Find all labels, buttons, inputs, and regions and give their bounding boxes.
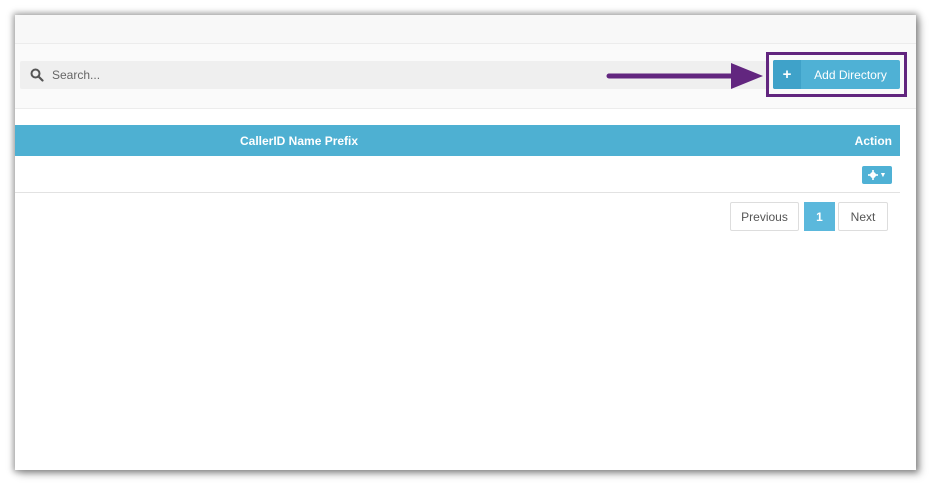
page-1-button[interactable]: 1: [804, 202, 835, 231]
search-icon: [30, 68, 44, 82]
gear-icon: [867, 170, 878, 180]
top-bar: [15, 15, 916, 44]
caret-down-icon: ▼: [879, 171, 887, 179]
column-header-callerid-name-prefix[interactable]: CallerID Name Prefix: [240, 134, 358, 148]
table-row: ▼: [15, 156, 900, 193]
previous-page-button[interactable]: Previous: [730, 202, 799, 231]
annotation-arrow: [606, 63, 763, 89]
table-header: CallerID Name Prefix Action: [15, 125, 900, 156]
pagination: Previous 1 Next: [730, 202, 888, 231]
app-window: + Add Directory CallerID Name Prefix Act…: [15, 15, 916, 470]
column-header-action: Action: [854, 134, 892, 148]
annotation-highlight-box: [766, 52, 907, 97]
action-dropdown-button[interactable]: ▼: [862, 166, 892, 184]
search-input[interactable]: [52, 61, 472, 89]
next-page-button[interactable]: Next: [838, 202, 888, 231]
